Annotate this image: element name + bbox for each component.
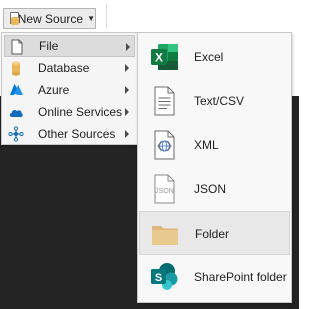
menu-item-label: Database: [38, 61, 90, 75]
menu-item-database[interactable]: Database: [4, 57, 135, 79]
new-source-button[interactable]: New Source ▼: [3, 8, 96, 29]
chevron-right-icon: [125, 86, 129, 94]
chevron-right-icon: [125, 64, 129, 72]
database-icon: [12, 61, 20, 76]
submenu-item-label: Text/CSV: [194, 94, 245, 108]
menu-item-label: File: [39, 39, 59, 53]
submenu-item-json[interactable]: JSON JSON: [139, 167, 290, 211]
network-icon: [8, 126, 24, 142]
cloud-icon: [9, 110, 23, 117]
submenu-item-label: Excel: [194, 50, 224, 64]
submenu-item-xml[interactable]: XML: [139, 123, 290, 167]
chevron-down-icon: ▼: [87, 14, 95, 23]
azure-icon: [10, 84, 23, 95]
new-source-menu: File Database Azure Online Services Othe…: [1, 32, 138, 145]
submenu-item-text-csv[interactable]: Text/CSV: [139, 79, 290, 123]
sharepoint-folder-icon: S: [151, 263, 178, 290]
toolbar-divider: [106, 4, 107, 28]
menu-item-other-sources[interactable]: Other Sources: [4, 123, 135, 145]
folder-icon: [152, 226, 178, 245]
menu-item-online-services[interactable]: Online Services: [4, 101, 135, 123]
submenu-item-folder[interactable]: Folder: [139, 211, 290, 255]
json-icon: JSON: [154, 174, 175, 204]
submenu-item-label: SharePoint folder: [194, 270, 287, 284]
json-icon-badge: JSON: [155, 188, 174, 195]
svg-text:S: S: [155, 272, 162, 284]
ribbon-toolbar: New Source ▼: [0, 0, 299, 34]
submenu-item-sharepoint-folder[interactable]: S SharePoint folder: [139, 255, 290, 299]
xml-icon: [154, 130, 175, 160]
menu-item-label: Online Services: [38, 105, 123, 119]
new-source-icon: [10, 12, 19, 25]
menu-item-label: Azure: [38, 83, 70, 97]
chevron-right-icon: [126, 43, 130, 51]
svg-text:X: X: [155, 51, 163, 65]
file-submenu: X Excel Text/CSV XML JSON JSON Folder S …: [137, 32, 292, 303]
excel-icon: X: [151, 44, 178, 70]
chevron-right-icon: [125, 108, 129, 116]
submenu-item-label: Folder: [195, 227, 230, 241]
submenu-item-label: XML: [194, 138, 219, 152]
submenu-item-excel[interactable]: X Excel: [139, 35, 290, 79]
menu-item-label: Other Sources: [38, 127, 116, 141]
menu-item-azure[interactable]: Azure: [4, 79, 135, 101]
menu-item-file[interactable]: File: [4, 35, 135, 57]
new-source-label: New Source: [17, 11, 84, 26]
chevron-right-icon: [125, 130, 129, 138]
submenu-item-label: JSON: [194, 182, 227, 196]
file-icon: [11, 39, 23, 55]
text-csv-icon: [154, 86, 175, 116]
